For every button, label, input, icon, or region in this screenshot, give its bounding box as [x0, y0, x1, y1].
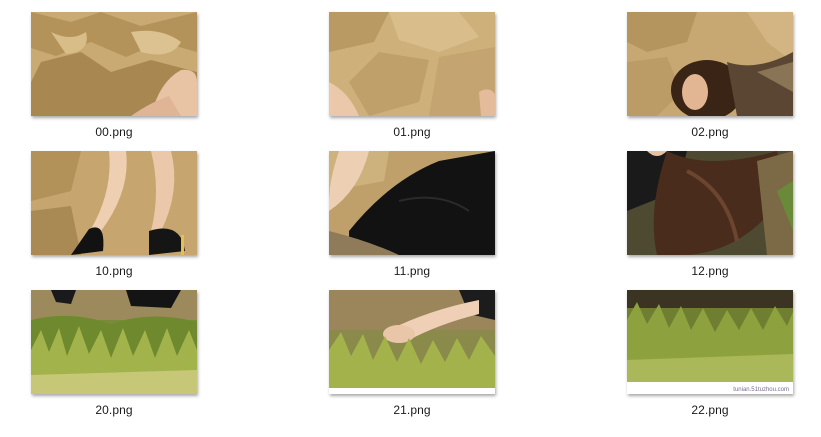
thumbnail-22[interactable]: tunian.51tuzhou.com — [627, 290, 793, 394]
file-name-label: 11.png — [393, 264, 431, 278]
file-item-10[interactable]: 10.png — [31, 151, 197, 281]
file-item-01[interactable]: 01.png — [329, 12, 495, 142]
thumbnail-11[interactable] — [329, 151, 495, 255]
file-item-12[interactable]: 12.png — [627, 151, 793, 281]
file-item-21[interactable]: 21.png — [329, 290, 495, 420]
file-name-label: 10.png — [95, 264, 133, 278]
file-item-00[interactable]: 00.png — [31, 12, 197, 142]
file-thumbnail-grid: 00.png 01.png 02.png 10.png 11.png 12.pn… — [0, 0, 821, 437]
thumbnail-01[interactable] — [329, 12, 495, 116]
watermark: tunian.51tuzhou.com — [733, 387, 789, 393]
image-long-hair — [627, 151, 793, 255]
thumbnail-00[interactable] — [31, 12, 197, 116]
thumbnail-10[interactable] — [31, 151, 197, 255]
file-name-label: 12.png — [691, 264, 729, 278]
file-item-02[interactable]: 02.png — [627, 12, 793, 142]
image-legs-high-heels — [31, 151, 197, 255]
image-grass-heels — [31, 290, 197, 394]
file-item-20[interactable]: 20.png — [31, 290, 197, 420]
image-rock-wall-legs — [31, 12, 197, 116]
file-item-11[interactable]: 11.png — [329, 151, 495, 281]
thumbnail-21[interactable] — [329, 290, 495, 394]
file-name-label: 00.png — [95, 125, 133, 139]
file-name-label: 01.png — [393, 125, 431, 139]
file-name-label: 22.png — [691, 403, 729, 417]
file-name-label: 21.png — [393, 403, 431, 417]
file-name-label: 20.png — [95, 403, 133, 417]
image-rock-wall-woman-face — [627, 12, 793, 116]
image-black-dress — [329, 151, 495, 255]
thumbnail-02[interactable] — [627, 12, 793, 116]
image-grass-field — [627, 290, 793, 394]
thumbnail-12[interactable] — [627, 151, 793, 255]
image-rock-wall-hand — [329, 12, 495, 116]
image-grass-hand — [329, 290, 495, 394]
file-item-22[interactable]: tunian.51tuzhou.com 22.png — [627, 290, 793, 420]
thumbnail-20[interactable] — [31, 290, 197, 394]
file-name-label: 02.png — [691, 125, 729, 139]
